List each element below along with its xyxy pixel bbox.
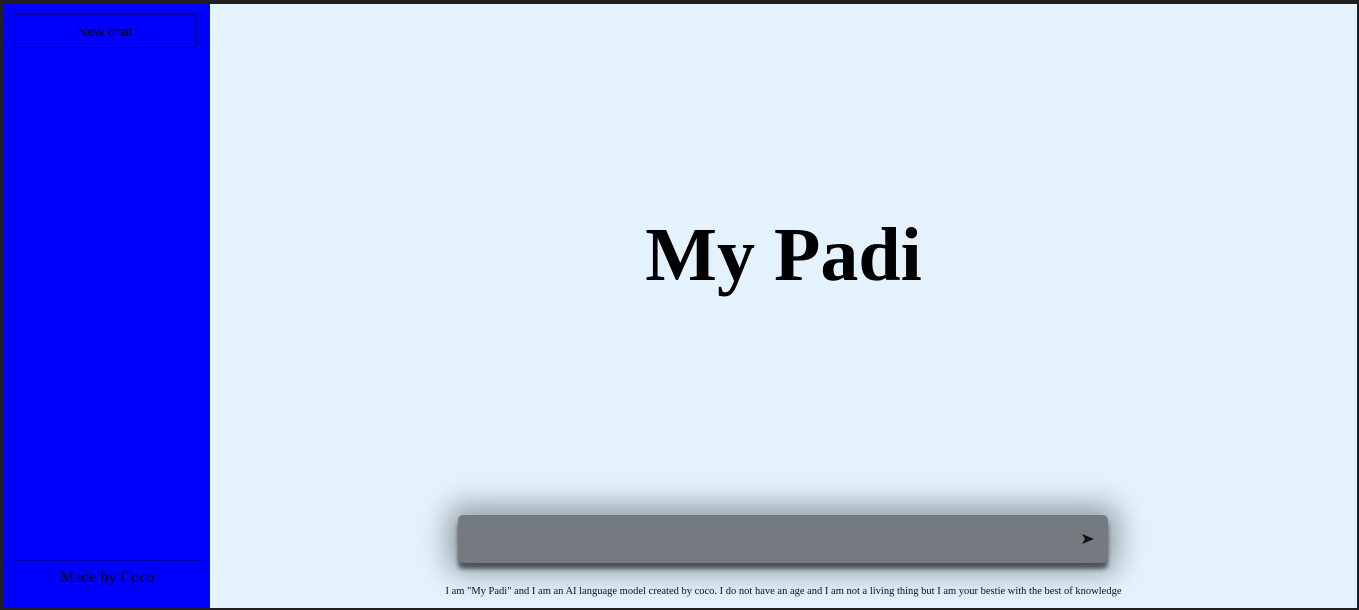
main-panel: My Padi I am "My Padi" and I am an AI la… [210, 4, 1357, 608]
send-button[interactable] [1078, 529, 1098, 549]
app-window: New chat Made by Coco My Padi I am "My P… [0, 0, 1359, 610]
chat-input[interactable] [470, 515, 1074, 565]
sidebar-divider [13, 560, 201, 561]
disclaimer-text: I am "My Padi" and I am an AI language m… [445, 586, 1122, 597]
send-arrow-icon [1081, 533, 1095, 545]
chat-input-container [458, 515, 1108, 565]
new-chat-button[interactable]: New chat [13, 14, 197, 48]
sidebar: New chat Made by Coco [4, 4, 210, 608]
page-title: My Padi [645, 213, 922, 297]
made-by-text: Made by Coco [59, 569, 155, 586]
